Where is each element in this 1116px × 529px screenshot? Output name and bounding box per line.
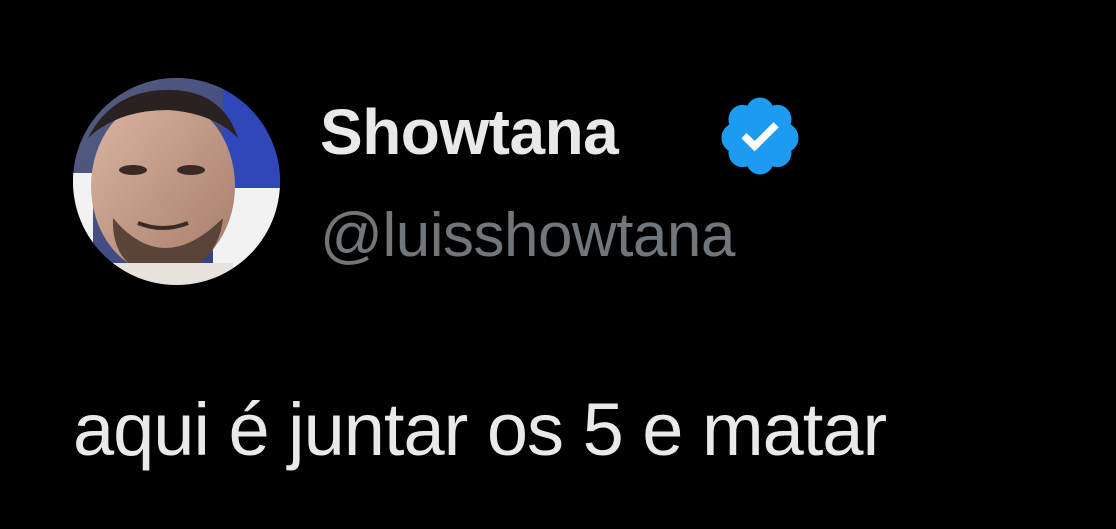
author-display-name[interactable]: Showtana <box>320 92 619 172</box>
avatar-photo-icon <box>73 78 280 285</box>
tweet-body-text: aqui é juntar os 5 e matar <box>73 388 887 471</box>
author-avatar[interactable] <box>73 78 280 285</box>
verified-badge-icon <box>716 92 804 180</box>
author-handle[interactable]: @luisshowtana <box>320 196 735 276</box>
tweet-card: Showtana @luisshowtana aqui é juntar os … <box>0 0 1116 529</box>
